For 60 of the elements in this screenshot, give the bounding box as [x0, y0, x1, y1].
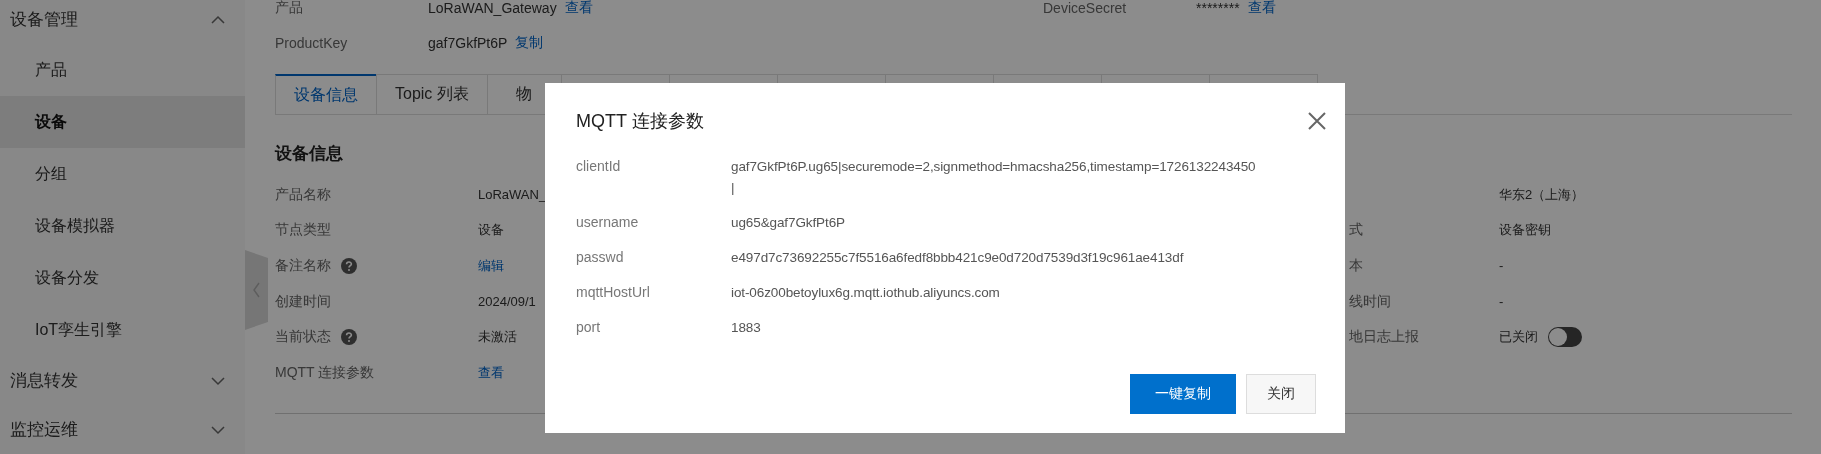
sidebar-item[interactable]: 设备分发 — [0, 252, 245, 304]
param-label: port — [576, 318, 602, 337]
field-label: DeviceSecret — [1043, 0, 1128, 16]
link[interactable]: 查看 — [564, 0, 593, 17]
collapse-handle[interactable] — [245, 250, 268, 330]
field-value: 设备密钥 — [1499, 221, 1551, 240]
param-label: mqttHostUrl — [576, 283, 651, 302]
param-value: gaf7GkfPt6P.ug65|securemode=2,signmethod=hmacsha256,timestamp=1726132243450 | — [731, 158, 1257, 197]
field-value: - — [1499, 258, 1504, 274]
link[interactable]: 查看 — [1247, 0, 1276, 17]
field-label: 地日志上报 — [1349, 328, 1419, 347]
copy-all-button[interactable]: 一键复制 — [1130, 374, 1236, 414]
param-label: passwd — [576, 248, 625, 267]
tab[interactable]: 设备信息 — [275, 74, 377, 114]
field-label: 产品名称 — [275, 185, 331, 204]
field-label: 产品 — [275, 0, 304, 17]
sidebar-item[interactable]: 设备 — [0, 96, 245, 148]
field-value: 设备 — [478, 221, 504, 240]
param-value: e497d7c73692255c7f5516a6fedf8bbb421c9e0d720d7539d3f19c961ae413df — [731, 249, 1185, 267]
sidebar-item[interactable]: 分组 — [0, 148, 245, 200]
dialog-title: MQTT 连接参数 — [576, 110, 704, 133]
field-value: gaf7GkfPt6P — [428, 34, 508, 51]
field-label: 节点类型 — [275, 221, 331, 240]
sidebar-item[interactable]: 产品 — [0, 44, 245, 96]
sidebar-item[interactable]: IoT孪生引擎 — [0, 304, 245, 356]
close-icon[interactable] — [1308, 112, 1326, 130]
link[interactable]: 复制 — [515, 33, 544, 52]
field-label: 线时间 — [1349, 292, 1391, 311]
param-label: clientId — [576, 157, 622, 176]
chevron-up-icon — [211, 14, 225, 25]
field-label: MQTT 连接参数 — [275, 363, 375, 382]
field-value: - — [1499, 294, 1504, 310]
param-label: username — [576, 213, 640, 232]
sidebar-group[interactable]: 监控运维 — [0, 405, 245, 454]
field-value: 已关闭 — [1499, 328, 1538, 347]
field-label: ProductKey — [275, 34, 349, 51]
chevron-down-icon — [211, 424, 225, 435]
param-value: 1883 — [731, 319, 762, 337]
field-value: ******** — [1196, 0, 1240, 16]
chevron-down-icon — [211, 375, 225, 386]
field-value: 华东2（上海） — [1499, 185, 1585, 204]
section-title: 设备信息 — [275, 143, 343, 165]
field-label: 创建时间 — [275, 292, 331, 311]
link[interactable]: 查看 — [478, 363, 504, 382]
field-label: 式 — [1349, 221, 1363, 240]
field-label: 备注名称 — [275, 257, 331, 275]
sidebar-item[interactable]: 设备模拟器 — [0, 200, 245, 252]
sidebar-group[interactable]: 设备管理 — [0, 0, 245, 44]
field-value: LoRaWAN_ — [478, 187, 547, 203]
field-label: 本 — [1349, 257, 1363, 275]
field-label: 当前状态 — [275, 328, 331, 347]
param-value: ug65&gaf7GkfPt6P — [731, 214, 846, 232]
close-button[interactable]: 关闭 — [1246, 374, 1316, 414]
field-value: 2024/09/1 — [478, 294, 536, 310]
param-value: iot-06z00betoylux6g.mqtt.iothub.aliyuncs.com — [731, 284, 1001, 302]
field-value: LoRaWAN_Gateway — [428, 0, 557, 16]
field-value: 未激活 — [478, 328, 517, 347]
link[interactable]: 编辑 — [478, 257, 504, 275]
toggle-switch[interactable] — [1548, 327, 1582, 348]
sidebar-group[interactable]: 消息转发 — [0, 356, 245, 405]
